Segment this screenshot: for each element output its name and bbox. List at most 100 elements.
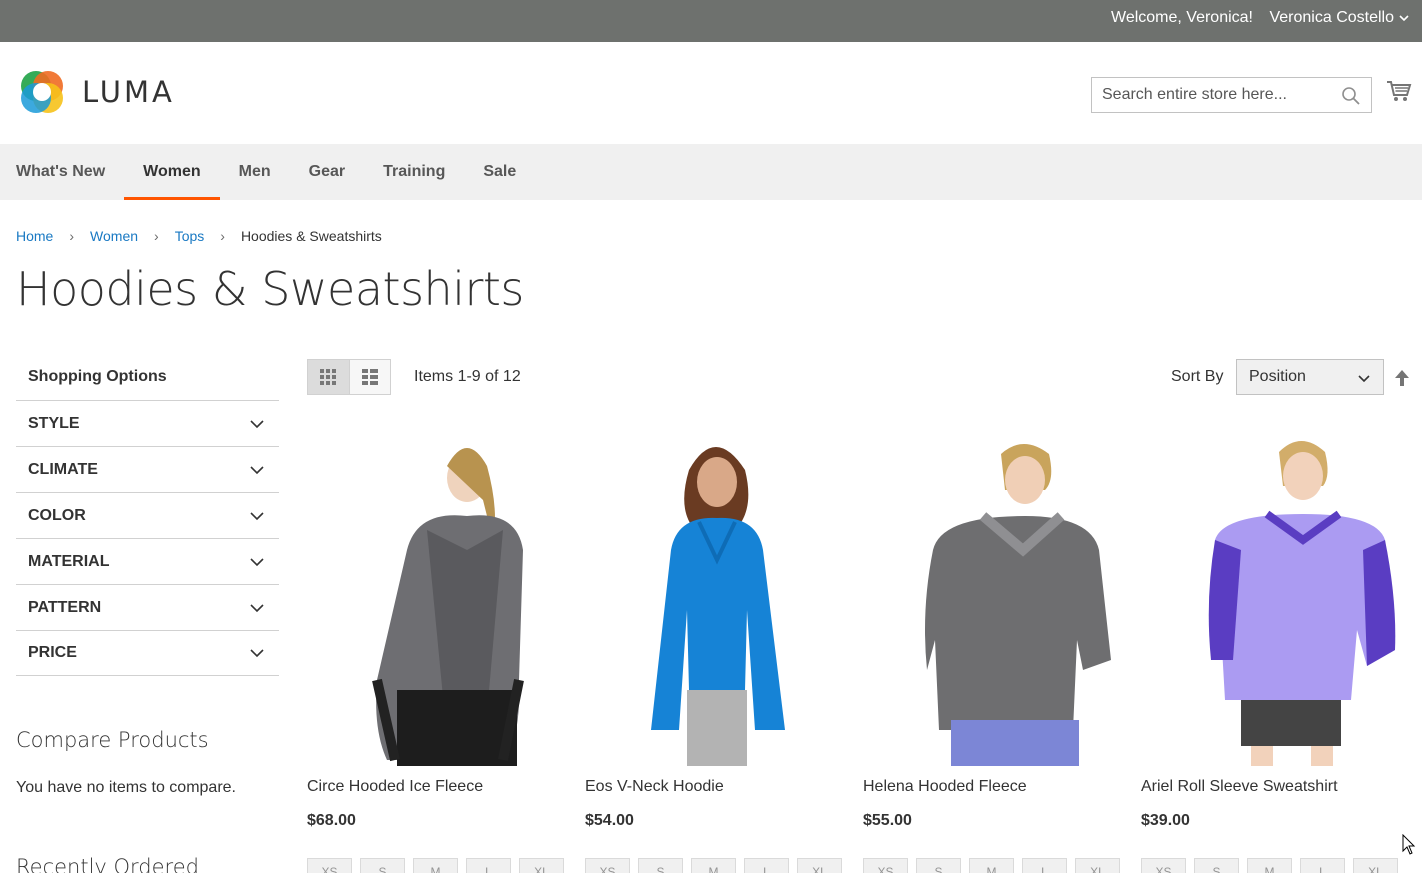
nav-item-training[interactable]: Training: [364, 144, 464, 200]
chevron-down-icon: [250, 649, 264, 658]
size-swatch-l[interactable]: L: [1022, 858, 1067, 873]
filter-material[interactable]: MATERIAL: [16, 538, 279, 584]
filter-label: PATTERN: [28, 598, 102, 616]
product-price: $55.00: [863, 812, 912, 829]
filter-color[interactable]: COLOR: [16, 492, 279, 538]
size-swatch-m[interactable]: M: [1247, 858, 1292, 873]
size-swatch-l[interactable]: L: [744, 858, 789, 873]
size-swatch-xl[interactable]: XL: [797, 858, 842, 873]
product-card[interactable]: Eos V-Neck Hoodie $54.00 XS S M L XL: [585, 430, 845, 873]
sort-by-value: Position: [1249, 368, 1306, 385]
size-swatches: XS S M L XL: [1141, 858, 1398, 873]
filter-pattern[interactable]: PATTERN: [16, 584, 279, 630]
product-image[interactable]: [585, 430, 845, 766]
nav-item-sale[interactable]: Sale: [464, 144, 535, 200]
list-icon: [361, 369, 378, 385]
filter-label: COLOR: [28, 506, 86, 524]
size-swatch-m[interactable]: M: [969, 858, 1014, 873]
chevron-down-icon: [250, 419, 264, 428]
chevron-down-icon: [250, 603, 264, 612]
shopping-options-sidebar: Shopping Options STYLE CLIMATE COLOR MAT…: [16, 355, 279, 676]
shopping-options-title: Shopping Options: [28, 368, 167, 385]
items-count: Items 1-9 of 12: [414, 368, 521, 385]
compare-products-title: Compare Products: [16, 728, 209, 752]
size-swatch-xl[interactable]: XL: [1075, 858, 1120, 873]
product-image[interactable]: [307, 430, 567, 766]
recently-ordered-title: Recently Ordered: [16, 855, 199, 873]
size-swatch-xl[interactable]: XL: [1353, 858, 1398, 873]
breadcrumb-separator: ›: [69, 228, 75, 244]
nav-item-men[interactable]: Men: [220, 144, 290, 200]
search-box[interactable]: [1091, 77, 1372, 113]
size-swatch-xs[interactable]: XS: [307, 858, 352, 873]
product-price: $39.00: [1141, 812, 1190, 829]
product-price: $68.00: [307, 812, 356, 829]
chevron-down-icon: [250, 465, 264, 474]
size-swatch-xl[interactable]: XL: [519, 858, 564, 873]
page-title: Hoodies & Sweatshirts: [16, 262, 524, 316]
search-icon[interactable]: [1341, 86, 1361, 106]
breadcrumb-home[interactable]: Home: [16, 228, 53, 244]
breadcrumb: Home › Women › Tops › Hoodies & Sweatshi…: [16, 228, 382, 244]
size-swatch-s[interactable]: S: [360, 858, 405, 873]
welcome-message: Welcome, Veronica!: [1111, 9, 1253, 26]
luma-logo-icon: [21, 71, 63, 113]
size-swatch-xs[interactable]: XS: [863, 858, 908, 873]
chevron-down-icon: [1358, 375, 1370, 383]
nav-item-gear[interactable]: Gear: [290, 144, 364, 200]
sort-by-select[interactable]: Position: [1236, 359, 1384, 395]
breadcrumb-separator: ›: [154, 228, 159, 244]
product-name[interactable]: Circe Hooded Ice Fleece: [307, 778, 483, 796]
sort-by-label: Sort By: [1171, 368, 1224, 385]
size-swatch-s[interactable]: S: [638, 858, 683, 873]
view-mode-switcher: [307, 359, 391, 395]
customer-name: Veronica Costello: [1269, 9, 1394, 26]
main-nav: What's New Women Men Gear Training Sale: [0, 144, 1422, 200]
product-card[interactable]: Circe Hooded Ice Fleece $68.00 XS S M L …: [307, 430, 567, 873]
size-swatches: XS S M L XL: [863, 858, 1120, 873]
size-swatch-xs[interactable]: XS: [585, 858, 630, 873]
product-card[interactable]: Ariel Roll Sleeve Sweatshirt $39.00 XS S…: [1141, 430, 1401, 873]
product-price: $54.00: [585, 812, 634, 829]
product-image[interactable]: [863, 430, 1123, 766]
size-swatch-m[interactable]: M: [691, 858, 736, 873]
top-bar: Welcome, Veronica! Veronica Costello: [0, 0, 1422, 42]
breadcrumb-women[interactable]: Women: [90, 228, 138, 244]
size-swatches: XS S M L XL: [307, 858, 564, 873]
filter-label: STYLE: [28, 414, 80, 432]
search-input[interactable]: [1092, 78, 1332, 112]
size-swatch-xs[interactable]: XS: [1141, 858, 1186, 873]
product-name[interactable]: Eos V-Neck Hoodie: [585, 778, 724, 796]
product-name[interactable]: Helena Hooded Fleece: [863, 778, 1027, 796]
nav-item-women[interactable]: Women: [124, 144, 221, 200]
cart-icon[interactable]: [1386, 78, 1412, 104]
chevron-down-icon: [1399, 15, 1409, 22]
breadcrumb-tops[interactable]: Tops: [175, 228, 205, 244]
grid-view-button[interactable]: [308, 360, 349, 394]
size-swatch-s[interactable]: S: [1194, 858, 1239, 873]
logo-text: LUMA: [82, 75, 175, 109]
filter-climate[interactable]: CLIMATE: [16, 446, 279, 492]
store-logo[interactable]: LUMA: [16, 66, 175, 118]
mouse-cursor-icon: [1402, 834, 1416, 855]
product-card[interactable]: Helena Hooded Fleece $55.00 XS S M L XL: [863, 430, 1123, 873]
header: LUMA: [0, 42, 1422, 144]
size-swatch-m[interactable]: M: [413, 858, 458, 873]
filter-label: CLIMATE: [28, 460, 98, 478]
list-view-button[interactable]: [348, 360, 390, 394]
sort-direction-arrow-up-icon[interactable]: [1394, 369, 1410, 387]
customer-menu[interactable]: Veronica Costello: [1269, 9, 1410, 27]
filter-label: PRICE: [28, 644, 77, 661]
size-swatches: XS S M L XL: [585, 858, 842, 873]
nav-item-whats-new[interactable]: What's New: [0, 144, 124, 200]
product-image[interactable]: [1141, 430, 1401, 766]
size-swatch-l[interactable]: L: [1300, 858, 1345, 873]
compare-empty-message: You have no items to compare.: [16, 779, 236, 796]
size-swatch-l[interactable]: L: [466, 858, 511, 873]
size-swatch-s[interactable]: S: [916, 858, 961, 873]
filter-style[interactable]: STYLE: [16, 400, 279, 446]
product-name[interactable]: Ariel Roll Sleeve Sweatshirt: [1141, 778, 1338, 796]
filter-price[interactable]: PRICE: [16, 630, 279, 676]
breadcrumb-current: Hoodies & Sweatshirts: [240, 228, 382, 244]
chevron-down-icon: [250, 511, 264, 520]
